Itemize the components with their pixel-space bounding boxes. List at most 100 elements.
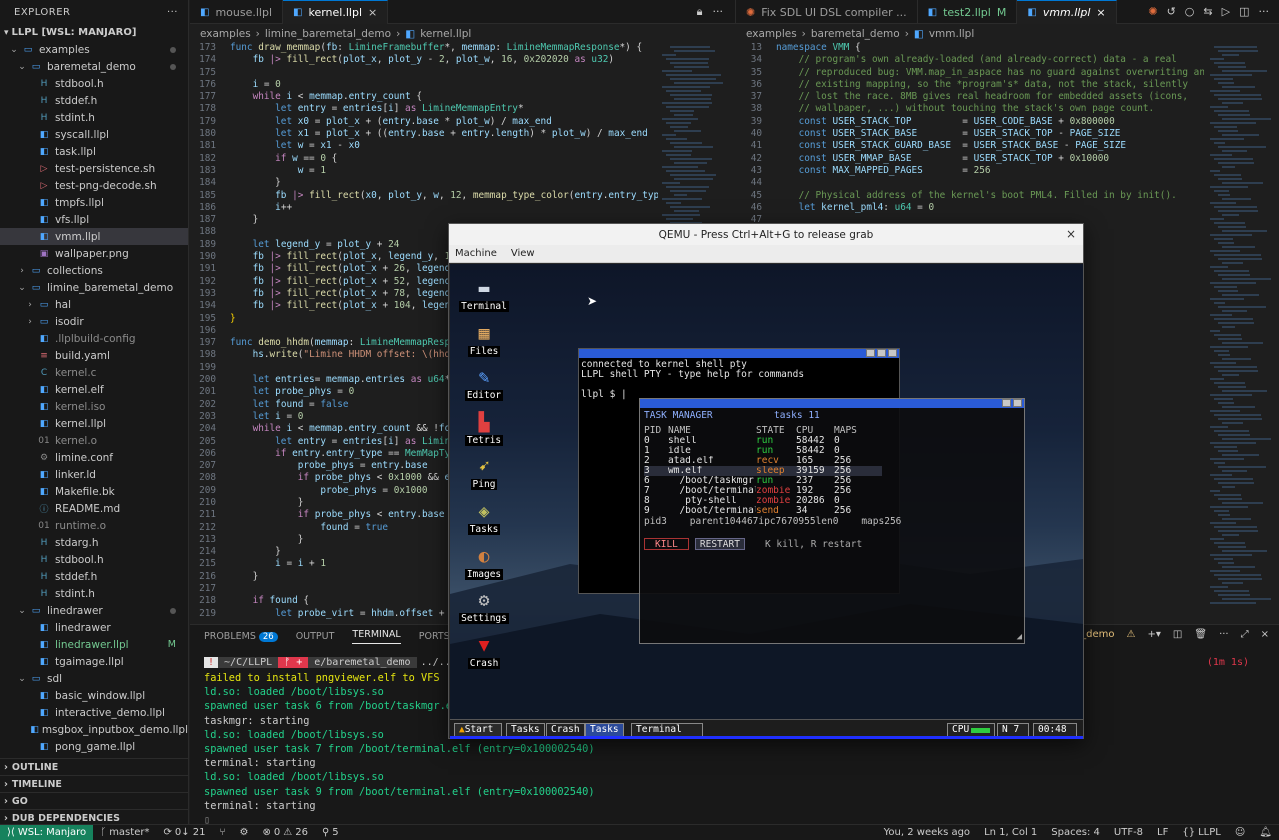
desktop-icon-terminal[interactable]: ▬ Terminal [458, 277, 510, 312]
code-line[interactable]: 174 fb |> fill_rect(plot_x, plot_y - 2, … [190, 54, 658, 66]
tree-file[interactable]: Hstddef.h [0, 92, 188, 109]
tree-file[interactable]: ◧ tmpfs.llpl [0, 194, 188, 211]
run-icon[interactable]: ▷ [1222, 5, 1230, 18]
git-blame[interactable]: You, 2 weeks ago [877, 827, 977, 838]
tree-file[interactable]: ◧ syscall.llpl [0, 126, 188, 143]
task-row[interactable]: 8 pty-shell zombie 20286 0 [644, 496, 882, 506]
explorer-more-button[interactable]: ··· [167, 7, 178, 18]
tab-kernel-llpl[interactable]: ◧ kernel.llpl × [283, 0, 389, 24]
indentation[interactable]: Spaces: 4 [1044, 827, 1107, 838]
eol[interactable]: LF [1150, 827, 1175, 838]
tree-file[interactable]: ◧ kernel.elf [0, 381, 188, 398]
maximize-button[interactable] [877, 349, 886, 357]
outline-section[interactable]: › OUTLINE [0, 758, 188, 775]
column-header[interactable]: STATE [756, 426, 796, 436]
workspace-root[interactable]: ▾ LLPL [WSL: MANJARO] [0, 24, 188, 41]
split-terminal-icon[interactable]: ◫ [1173, 629, 1182, 640]
breadcrumb-item[interactable]: vmm.llpl [929, 28, 974, 40]
tree-file[interactable]: ◧ vmm.llpl [0, 228, 188, 245]
go-section[interactable]: › GO [0, 792, 188, 809]
tab-chat-fix-sdl[interactable]: ✺ Fix SDL UI DSL compiler ... [736, 0, 918, 24]
code-line[interactable]: 184 } [190, 177, 658, 189]
minimize-button[interactable] [1002, 399, 1011, 407]
code-line[interactable]: 175 [190, 67, 658, 79]
more-icon[interactable]: ··· [1259, 5, 1270, 18]
timeline-section[interactable]: › TIMELINE [0, 775, 188, 792]
code-line[interactable]: 34 // program's own already-loaded (and … [736, 54, 1204, 66]
desktop-icon-images[interactable]: ◐ Images [458, 545, 510, 580]
close-button[interactable] [1013, 399, 1022, 407]
close-icon[interactable]: × [368, 6, 377, 19]
tree-file[interactable]: Hstdint.h [0, 585, 188, 602]
trash-icon[interactable]: 🗑︎ [1194, 629, 1207, 640]
task-row[interactable]: 3 wm.elf sleep 39159 256 [644, 466, 882, 476]
code-line[interactable]: 181 let w = x1 - x0 [190, 140, 658, 152]
code-line[interactable]: 177 while i < memmap.entry_count { [190, 91, 658, 103]
close-button[interactable] [888, 349, 897, 357]
tree-file[interactable]: ▷ test-png-decode.sh [0, 177, 188, 194]
tree-file[interactable]: 01 runtime.o [0, 517, 188, 534]
tree-file[interactable]: 01 kernel.o [0, 432, 188, 449]
column-header[interactable]: MAPS [834, 426, 864, 436]
code-line[interactable]: 41 const USER_STACK_GUARD_BASE = USER_ST… [736, 140, 1204, 152]
close-icon[interactable]: × [1096, 6, 1105, 19]
desktop-icon-settings[interactable]: ⚙ Settings [458, 589, 510, 625]
tree-file[interactable]: Hstddef.h [0, 568, 188, 585]
history-icon[interactable]: ↺ [1167, 5, 1176, 18]
task-manager-titlebar[interactable] [640, 399, 1024, 408]
tree-file[interactable]: ◧ task.llpl [0, 143, 188, 160]
tree-file[interactable]: Hstdbool.h [0, 551, 188, 568]
column-header[interactable]: NAME [668, 426, 756, 436]
start-button[interactable]: ▲Start [454, 723, 502, 737]
notifications-icon[interactable]: 🔔︎ [1252, 827, 1279, 838]
tree-folder[interactable]: ⌄ ▭ sdl [0, 670, 188, 687]
problems-indicator[interactable]: ⊗ 0 ⚠ 26 [255, 827, 314, 838]
code-line[interactable]: 179 let x0 = plot_x + (entry.base * plot… [190, 116, 658, 128]
task-row[interactable]: 6 /boot/taskmgr.e run 237 256 [644, 476, 882, 486]
lock-icon[interactable]: 🔒︎ [697, 5, 703, 19]
column-header[interactable]: PID [644, 426, 668, 436]
code-line[interactable]: 180 let x1 = plot_x + ((entry.base + ent… [190, 128, 658, 140]
column-header[interactable]: CPU [796, 426, 834, 436]
desktop-icon-files[interactable]: ▦ Files [458, 322, 510, 357]
close-icon[interactable]: × [1261, 629, 1269, 640]
tree-file[interactable]: ◧ kernel.iso [0, 398, 188, 415]
task-row[interactable]: 1 idle run 58442 0 [644, 446, 882, 456]
encoding[interactable]: UTF-8 [1107, 827, 1150, 838]
menu-machine[interactable]: Machine [455, 248, 497, 259]
task-manager-window[interactable]: TASK MANAGER tasks 11 PID NAME STATE CPU MAP… [639, 398, 1025, 644]
menu-view[interactable]: View [511, 248, 535, 259]
tree-file[interactable]: ◧ vfs.llpl [0, 211, 188, 228]
code-line[interactable]: 182 if w == 0 { [190, 153, 658, 165]
more-icon[interactable]: ··· [1219, 629, 1229, 640]
code-line[interactable]: 46 let kernel_pml4: u64 = 0 [736, 202, 1204, 214]
code-line[interactable]: 39 const USER_STACK_TOP = USER_CODE_BASE… [736, 116, 1204, 128]
tree-file[interactable]: ◧ tgaimage.llpl [0, 653, 188, 670]
right-code-editor[interactable]: 13 namespace VMM {34 // program's own alr… [736, 42, 1204, 242]
git-compare-icon[interactable]: ⇆ [1203, 5, 1212, 18]
breadcrumb-item[interactable]: baremetal_demo [811, 28, 900, 40]
desktop-icon-ping[interactable]: ➹ Ping [458, 455, 510, 491]
git-branch[interactable]: ᚴ master* [93, 827, 156, 838]
desktop-icon-tetris[interactable]: ▙ Tetris [458, 411, 510, 446]
add-terminal-icon[interactable]: +▾ [1148, 629, 1161, 640]
task-row[interactable]: 2 atad.elf recv 165 256 [644, 456, 882, 466]
tree-file[interactable]: Hstdint.h [0, 109, 188, 126]
cursor-position[interactable]: Ln 1, Col 1 [977, 827, 1044, 838]
copilot-icon[interactable]: ⚙ [233, 827, 256, 838]
tree-file[interactable]: Hstdbool.h [0, 75, 188, 92]
tree-file[interactable]: ◧ .llplbuild-config [0, 330, 188, 347]
tree-file[interactable]: Hstdarg.h [0, 534, 188, 551]
sparkle-icon[interactable]: ✺ [1148, 5, 1157, 18]
maximize-icon[interactable]: ⤢ [1241, 629, 1249, 640]
code-line[interactable]: 178 let entry = entries[i] as LimineMemm… [190, 103, 658, 115]
tree-file[interactable]: ◧ linker.ld [0, 466, 188, 483]
code-line[interactable]: 185 fb |> fill_rect(x0, plot_y, w, 12, m… [190, 190, 658, 202]
tree-file[interactable]: ▣ wallpaper.png [0, 245, 188, 262]
tree-folder[interactable]: ⌄ ▭ linedrawer [0, 602, 188, 619]
code-line[interactable]: 44 [736, 177, 1204, 189]
qemu-titlebar[interactable]: QEMU - Press Ctrl+Alt+G to release grab … [449, 224, 1083, 245]
breadcrumb-item[interactable]: kernel.llpl [420, 28, 471, 40]
tree-file[interactable]: ≡ build.yaml [0, 347, 188, 364]
dub-dependencies-section[interactable]: › DUB DEPENDENCIES [0, 809, 188, 824]
